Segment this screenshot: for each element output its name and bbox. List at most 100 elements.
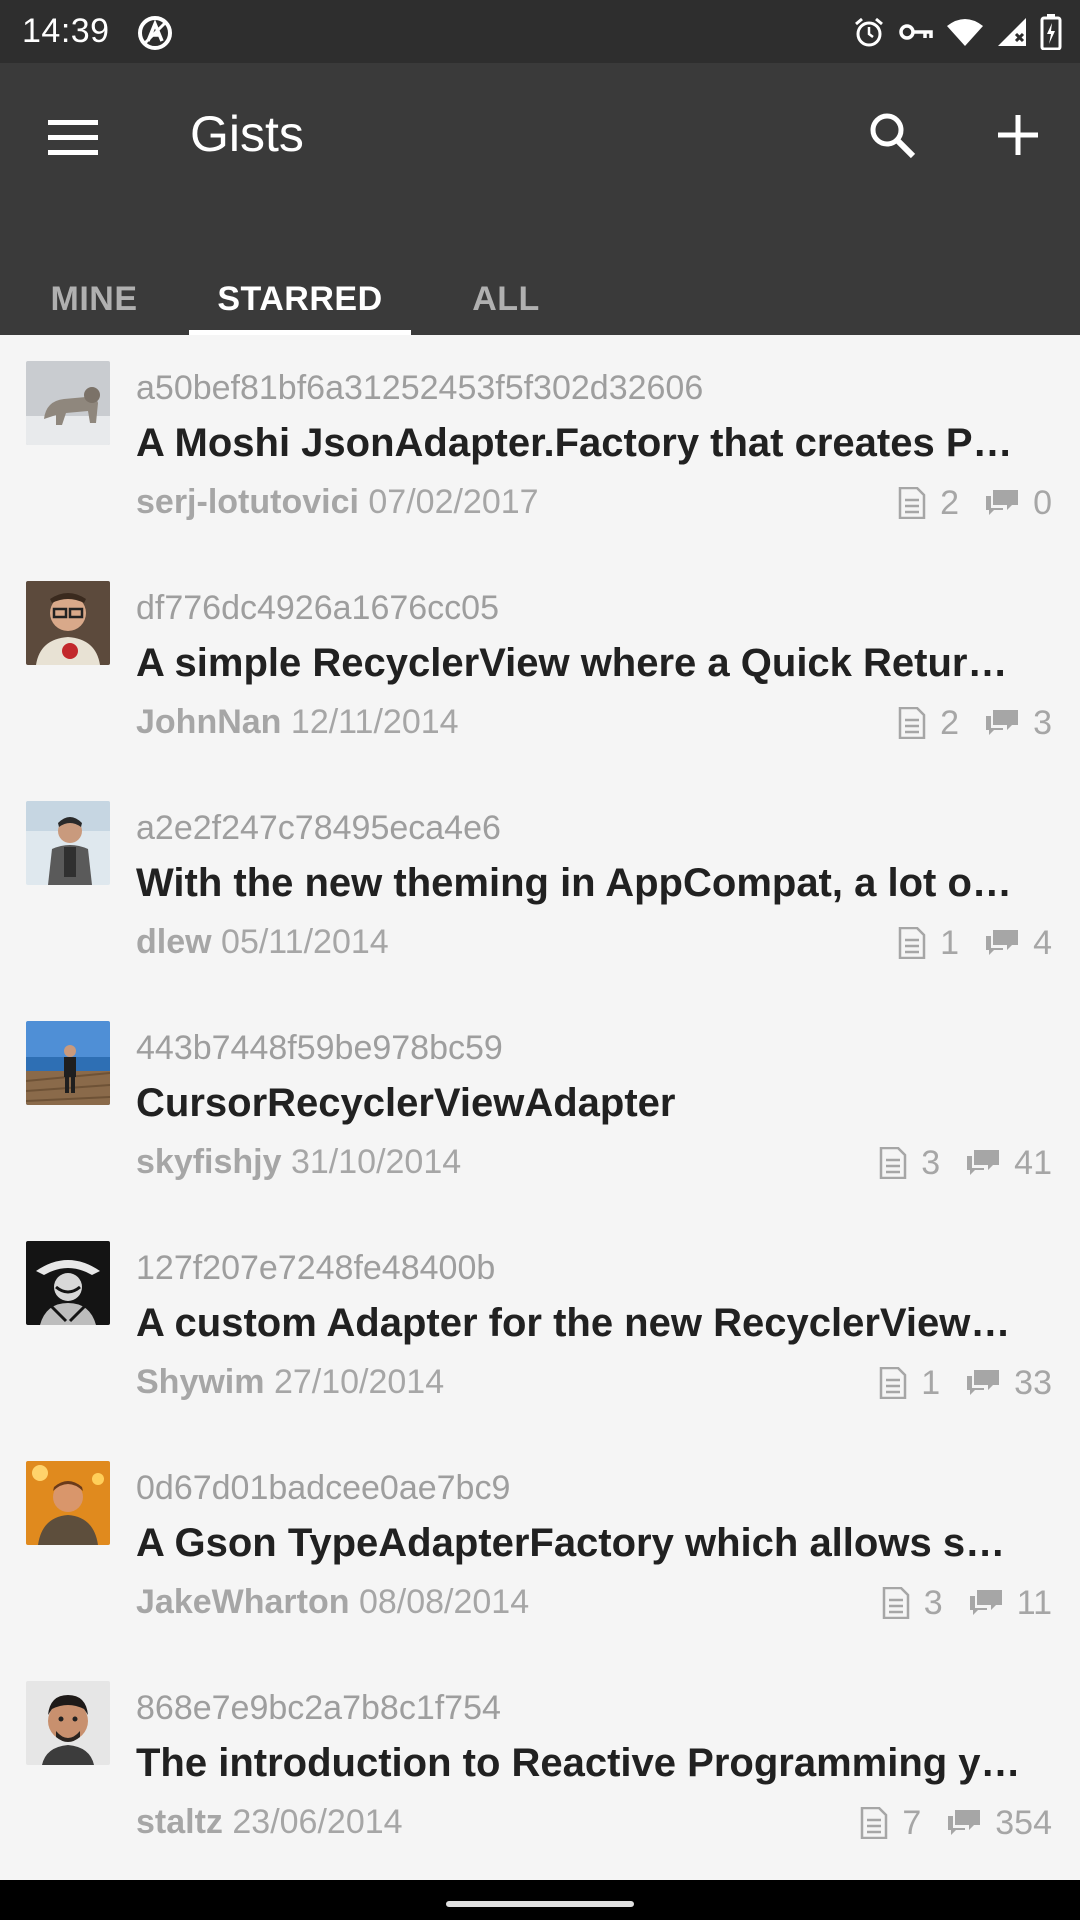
add-icon: [996, 113, 1040, 162]
file-count: 2: [940, 483, 960, 522]
gist-stats: 1 33: [879, 1363, 1052, 1403]
alarm-icon: [852, 15, 886, 49]
gist-date: 08/08/2014: [358, 1583, 530, 1621]
file-icon: [860, 1807, 888, 1839]
list-item[interactable]: a2e2f247c78495eca4e6 With the new themin…: [0, 775, 1080, 995]
file-count: 1: [921, 1363, 941, 1402]
gist-stats: 3 41: [879, 1143, 1052, 1183]
vpn-key-icon: [898, 17, 934, 47]
tab-all[interactable]: ALL: [450, 263, 562, 335]
file-icon: [898, 927, 926, 959]
tab-mine[interactable]: MINE: [28, 263, 160, 335]
comment-count: 3: [1033, 703, 1052, 742]
gist-author: Shywim: [136, 1363, 265, 1401]
gist-author: JohnNan: [136, 703, 282, 741]
avatar: [26, 581, 110, 665]
avatar: [26, 801, 110, 885]
gist-id: 127f207e7248fe48400b: [136, 1249, 496, 1287]
gist-meta: JohnNan 12/11/2014: [136, 703, 459, 742]
avatar: [26, 1021, 110, 1105]
gist-author: serj-lotutovici: [136, 483, 359, 521]
gist-date: 27/10/2014: [273, 1363, 445, 1401]
gist-id: 443b7448f59be978bc59: [136, 1029, 503, 1067]
search-button[interactable]: [858, 103, 926, 171]
gist-meta: staltz 23/06/2014: [136, 1803, 403, 1842]
gist-meta: skyfishjy 31/10/2014: [136, 1143, 461, 1182]
gist-title: CursorRecyclerViewAdapter: [136, 1081, 676, 1125]
gist-stats: 7 354: [860, 1803, 1052, 1843]
gist-author: staltz: [136, 1803, 223, 1841]
comment-icon: [985, 928, 1019, 958]
file-icon: [898, 707, 926, 739]
page-title: Gists: [190, 106, 304, 162]
gist-title: A Moshi JsonAdapter.Factory that creates…: [136, 421, 1013, 465]
comment-icon: [985, 708, 1019, 738]
file-icon: [879, 1367, 907, 1399]
hamburger-menu-icon: [48, 119, 98, 161]
comment-count: 0: [1033, 483, 1052, 522]
gist-id: 868e7e9bc2a7b8c1f754: [136, 1689, 501, 1727]
list-item[interactable]: 127f207e7248fe48400b A custom Adapter fo…: [0, 1215, 1080, 1435]
file-count: 3: [921, 1143, 941, 1182]
comment-count: 11: [1016, 1583, 1052, 1622]
gist-stats: 2 3: [898, 703, 1052, 743]
list-item[interactable]: 443b7448f59be978bc59 CursorRecyclerViewA…: [0, 995, 1080, 1215]
gist-date: 05/11/2014: [221, 923, 389, 961]
comment-icon: [966, 1148, 1000, 1178]
gist-meta: Shywim 27/10/2014: [136, 1363, 444, 1402]
comment-icon: [969, 1588, 1003, 1618]
comment-icon: [947, 1808, 981, 1838]
search-icon: [868, 111, 916, 164]
file-icon: [882, 1587, 910, 1619]
navigation-bar: [0, 1880, 1080, 1920]
gist-author: dlew: [136, 923, 212, 961]
gist-meta: dlew 05/11/2014: [136, 923, 389, 962]
gist-list[interactable]: a50bef81bf6a31252453f5f302d32606 A Moshi…: [0, 335, 1080, 1880]
comment-count: 41: [1014, 1143, 1052, 1182]
gist-id: a2e2f247c78495eca4e6: [136, 809, 501, 847]
menu-button[interactable]: [40, 107, 106, 173]
circle-a-icon: [136, 14, 174, 52]
gist-stats: 1 4: [898, 923, 1052, 963]
tab-bar: MINE STARRED ALL: [0, 263, 1080, 335]
list-item[interactable]: df776dc4926a1676cc05 A simple RecyclerVi…: [0, 555, 1080, 775]
gist-date: 31/10/2014: [290, 1143, 462, 1181]
comment-count: 33: [1014, 1363, 1052, 1402]
gist-stats: 2 0: [898, 483, 1052, 523]
wifi-icon: [946, 17, 984, 47]
file-icon: [898, 487, 926, 519]
app-bar: Gists MINE STARRED ALL: [0, 63, 1080, 335]
comment-icon: [966, 1368, 1000, 1398]
file-count: 2: [940, 703, 960, 742]
avatar: [26, 361, 110, 445]
status-time: 14:39: [22, 12, 110, 50]
gist-date: 23/06/2014: [232, 1803, 403, 1841]
gist-title: A Gson TypeAdapterFactory which allows s…: [136, 1521, 1006, 1565]
gist-title: The introduction to Reactive Programming…: [136, 1741, 1021, 1785]
list-item[interactable]: 868e7e9bc2a7b8c1f754 The introduction to…: [0, 1655, 1080, 1875]
tab-starred[interactable]: STARRED: [189, 263, 411, 335]
avatar: [26, 1241, 110, 1325]
file-icon: [879, 1147, 907, 1179]
list-item[interactable]: 0d67d01badcee0ae7bc9 A Gson TypeAdapterF…: [0, 1435, 1080, 1655]
gist-id: a50bef81bf6a31252453f5f302d32606: [136, 369, 704, 407]
gist-date: 07/02/2017: [368, 483, 539, 521]
battery-charging-icon: [1040, 14, 1062, 50]
add-gist-button[interactable]: [984, 103, 1052, 171]
avatar: [26, 1681, 110, 1765]
gist-author: JakeWharton: [136, 1583, 350, 1621]
gist-title: A custom Adapter for the new RecyclerVie…: [136, 1301, 1011, 1345]
status-bar: 14:39: [0, 0, 1080, 63]
gist-meta: JakeWharton 08/08/2014: [136, 1583, 529, 1622]
gist-title: A simple RecyclerView where a Quick Retu…: [136, 641, 1008, 685]
gist-title: With the new theming in AppCompat, a lot…: [136, 861, 1012, 905]
gist-id: df776dc4926a1676cc05: [136, 589, 499, 627]
comment-icon: [985, 488, 1019, 518]
list-item[interactable]: a50bef81bf6a31252453f5f302d32606 A Moshi…: [0, 335, 1080, 555]
avatar: [26, 1461, 110, 1545]
home-gesture-handle[interactable]: [446, 1901, 634, 1907]
file-count: 1: [940, 923, 960, 962]
signal-icon: [996, 16, 1028, 48]
file-count: 7: [902, 1803, 922, 1842]
comment-count: 4: [1033, 923, 1052, 962]
